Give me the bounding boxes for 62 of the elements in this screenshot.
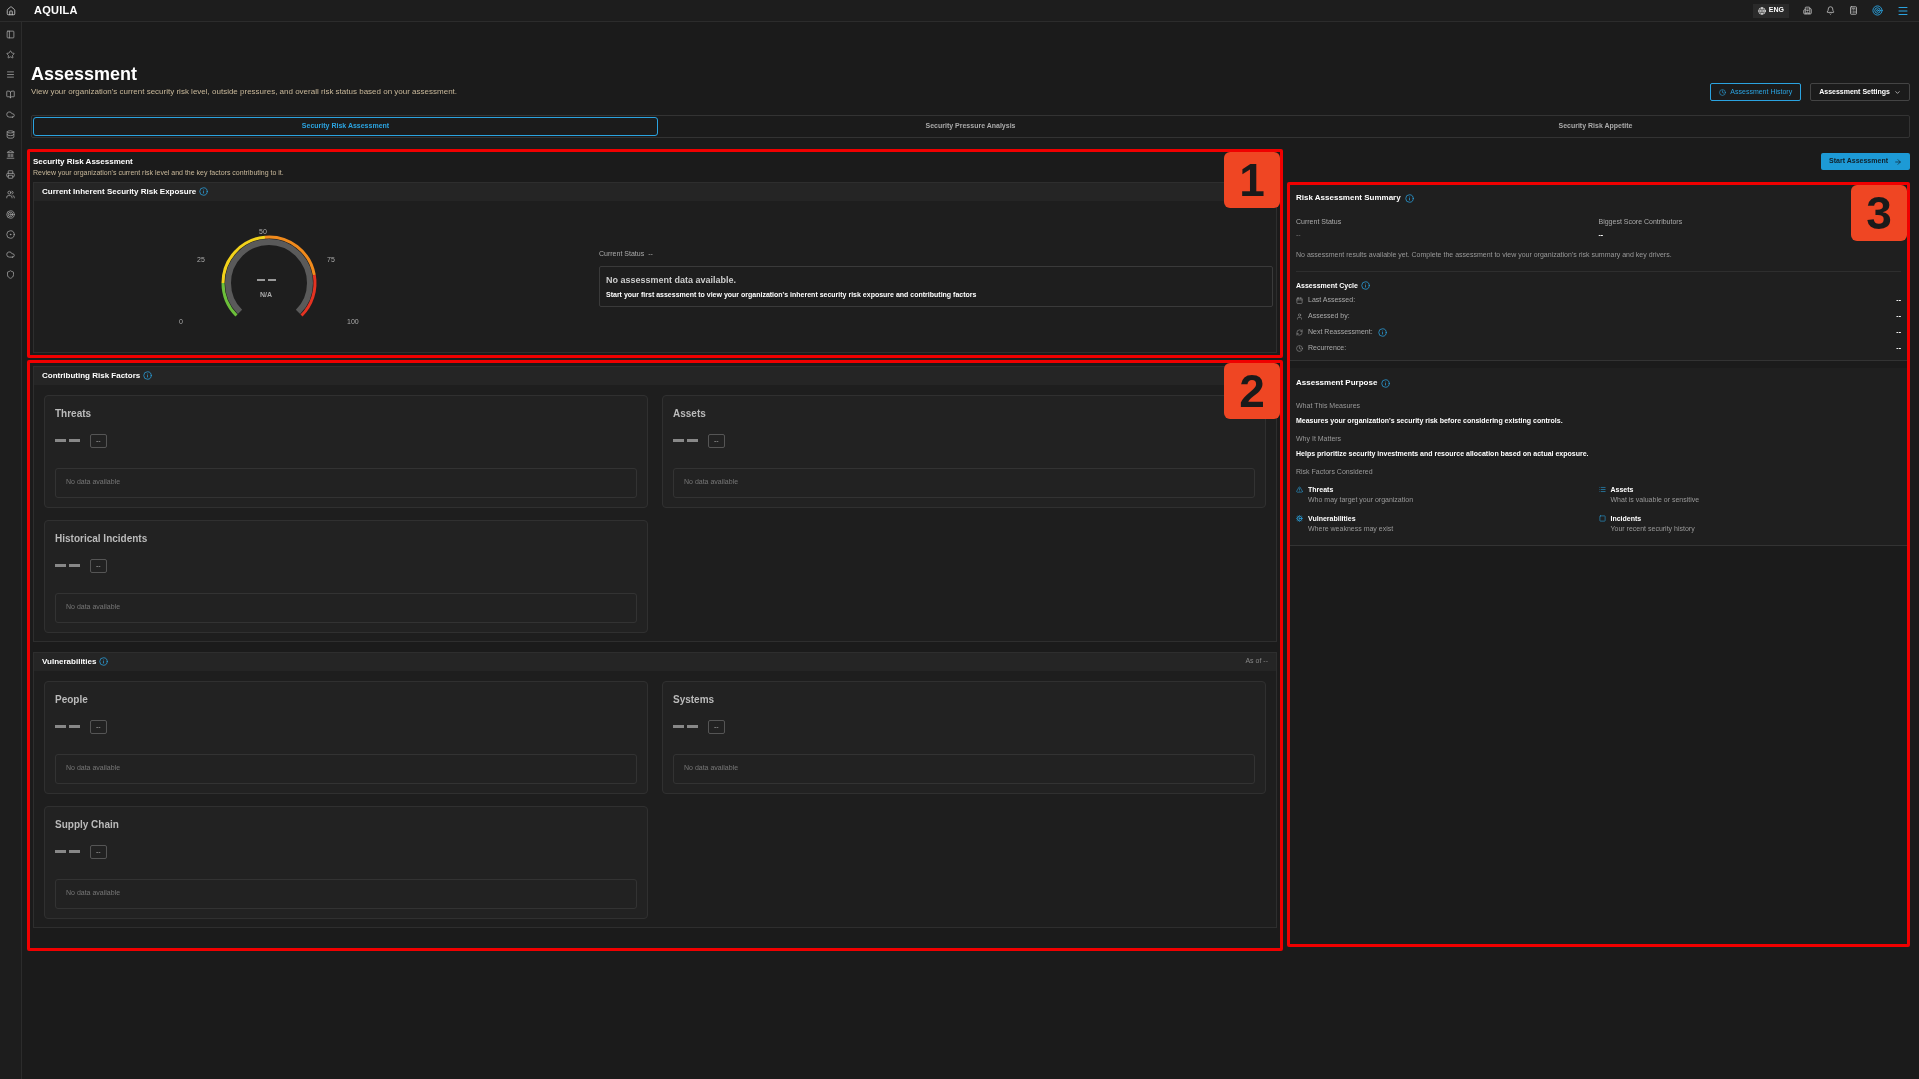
menu-icon[interactable] <box>6 70 15 79</box>
score-placeholder <box>55 439 80 442</box>
card-title: Threats <box>55 406 93 421</box>
bank-icon[interactable] <box>6 150 15 159</box>
gear-icon <box>1296 514 1303 522</box>
bell-icon[interactable] <box>1826 6 1835 15</box>
warning-icon <box>1296 485 1303 493</box>
printer-icon[interactable] <box>6 170 15 179</box>
cloud-icon[interactable] <box>6 250 15 259</box>
arrow-right-icon <box>1894 157 1902 166</box>
cloud-icon[interactable] <box>6 110 15 119</box>
card-title: Historical Incidents <box>55 531 149 546</box>
database-icon[interactable] <box>6 130 15 139</box>
info-icon[interactable] <box>199 187 209 196</box>
annotation-badge: 3 <box>1851 185 1907 241</box>
annotation-badge: 2 <box>1224 362 1280 419</box>
logo-icon[interactable] <box>1872 5 1883 16</box>
panel-title: Risk Assessment Summary <box>1296 192 1401 204</box>
book-icon[interactable] <box>6 90 15 99</box>
chevron-down-icon <box>1894 88 1901 96</box>
circle-icon[interactable] <box>6 230 15 239</box>
panel-title: Assessment Purpose <box>1296 377 1378 389</box>
clock-icon <box>1719 88 1727 96</box>
star-icon[interactable] <box>6 50 15 59</box>
page-subtitle: View your organization's current security risk level, outside pressures, and overall risk status based on your assessment. <box>31 86 458 98</box>
globe-icon <box>1757 6 1766 15</box>
card-title: Systems <box>673 692 716 707</box>
score-placeholder <box>55 850 80 853</box>
brand-logo[interactable]: AQUILA <box>34 2 78 19</box>
card-title: Assets <box>673 406 707 421</box>
users-icon[interactable] <box>6 190 15 199</box>
section-title: Security Risk Assessment <box>33 156 134 168</box>
refresh-icon <box>1296 329 1303 336</box>
score-placeholder <box>673 725 698 728</box>
calendar-icon <box>1296 297 1303 304</box>
home-icon[interactable] <box>6 5 16 16</box>
menu-icon[interactable] <box>1897 4 1909 17</box>
section-title: Contributing Risk Factors <box>42 369 141 382</box>
message-title: No assessment data available. <box>606 273 738 287</box>
building-icon[interactable] <box>1803 6 1812 15</box>
target-icon[interactable] <box>6 210 15 219</box>
score-placeholder <box>673 439 698 442</box>
info-icon[interactable] <box>1360 281 1370 291</box>
person-icon <box>1296 313 1303 320</box>
annotation-badge: 1 <box>1224 152 1280 208</box>
clock-icon <box>1296 345 1303 352</box>
info-icon[interactable] <box>143 371 153 380</box>
card-title: Supply Chain <box>55 817 120 832</box>
panel-icon[interactable] <box>6 30 15 39</box>
info-icon[interactable] <box>1381 378 1391 388</box>
score-placeholder <box>55 725 80 728</box>
calculator-icon[interactable] <box>1849 6 1858 15</box>
score-placeholder <box>55 564 80 567</box>
info-icon[interactable] <box>99 657 109 666</box>
page-title: Assessment <box>31 63 139 86</box>
shield-icon[interactable] <box>6 270 15 279</box>
panel-title: Current Inherent Security Risk Exposure <box>42 185 197 198</box>
section-title: Vulnerabilities <box>42 655 97 668</box>
list-icon <box>1598 485 1606 493</box>
info-icon[interactable] <box>1404 193 1414 203</box>
card-title: People <box>55 692 89 707</box>
info-icon[interactable] <box>1377 328 1387 337</box>
